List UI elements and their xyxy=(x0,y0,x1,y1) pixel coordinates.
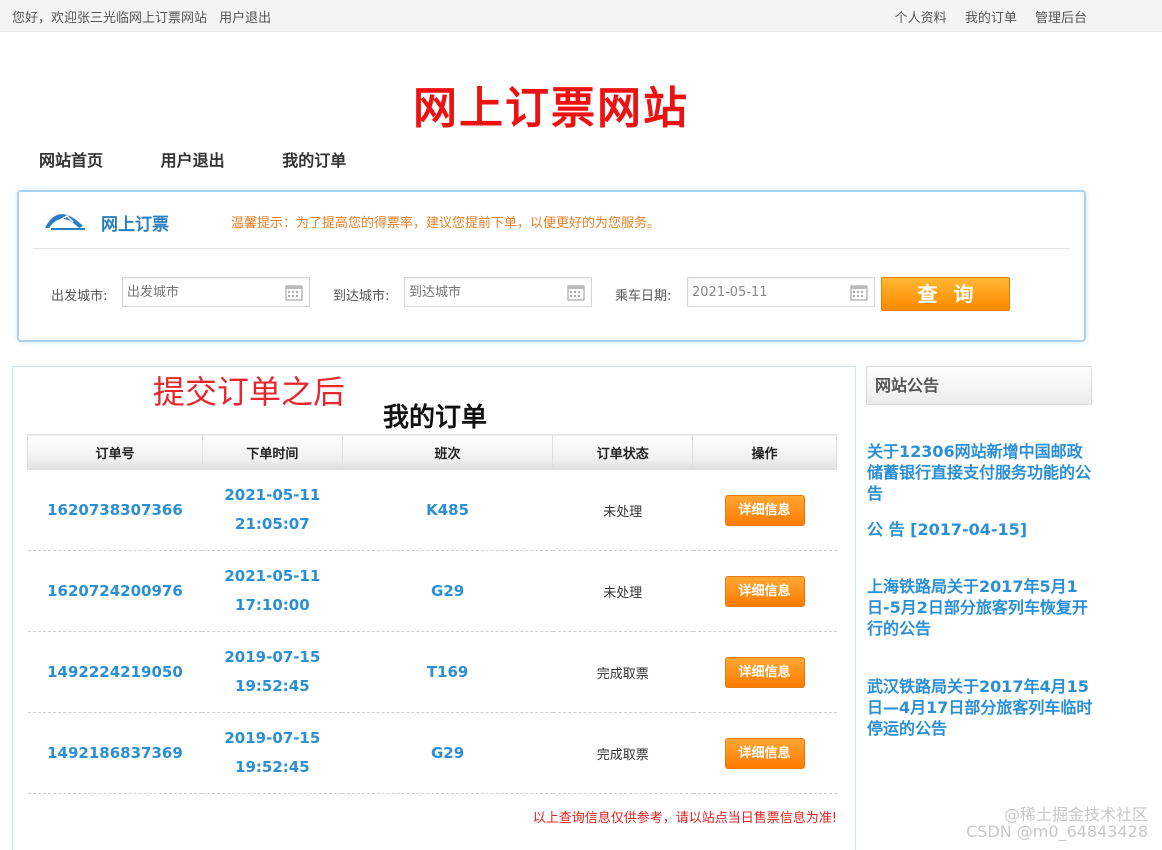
order-id: 1620724200976 xyxy=(27,550,203,632)
notice-link[interactable]: 关于12306网站新增中国邮政储蓄银行直接支付服务功能的公告 xyxy=(867,441,1095,504)
order-status: 未处理 xyxy=(552,550,693,632)
col-status: 订单状态 xyxy=(552,434,694,470)
train-number: T169 xyxy=(342,631,553,713)
travel-date-label: 乘车日期: xyxy=(615,289,672,304)
notice-link[interactable]: 上海铁路局关于2017年5月1日-5月2日部分旅客列车恢复开行的公告 xyxy=(867,576,1095,639)
orders-table: 订单号 下单时间 班次 订单状态 操作 1620738307366 2021-0… xyxy=(27,434,837,794)
order-time: 2021-05-11 21:05:07 xyxy=(202,469,343,551)
topbar-logout-link[interactable]: 用户退出 xyxy=(219,11,271,26)
order-id: 1492186837369 xyxy=(27,712,203,794)
order-status: 未处理 xyxy=(552,469,693,551)
nav-home[interactable]: 网站首页 xyxy=(39,147,103,171)
watermark: @稀土掘金技术社区 CSDN @m0_64843428 xyxy=(966,806,1148,840)
from-city-field xyxy=(122,277,310,307)
table-row: 1492224219050 2019-07-15 19:52:45 T169 完成… xyxy=(27,631,837,713)
col-order-id: 订单号 xyxy=(27,434,203,470)
table-header-row: 订单号 下单时间 班次 订单状态 操作 xyxy=(27,434,837,470)
order-id: 1620738307366 xyxy=(27,469,203,551)
orders-heading: 我的订单 xyxy=(382,403,487,433)
order-date: 2019-07-15 xyxy=(224,648,321,666)
order-date: 2021-05-11 xyxy=(224,567,321,585)
notice-link[interactable]: 武汉铁路局关于2017年4月15日—4月17日部分旅客列车临时停运的公告 xyxy=(867,676,1095,739)
greeting-area: 您好，欢迎张三光临网上订票网站 用户退出 xyxy=(12,7,271,26)
train-logo-icon xyxy=(43,206,87,236)
admin-link[interactable]: 管理后台 xyxy=(1035,11,1087,26)
search-divider xyxy=(33,248,1070,249)
nav-my-orders[interactable]: 我的订单 xyxy=(282,147,346,171)
train-number: G29 xyxy=(342,712,553,794)
from-city-label: 出发城市: xyxy=(51,289,108,304)
order-time: 2021-05-11 17:10:00 xyxy=(202,550,343,632)
travel-date-input[interactable] xyxy=(688,278,874,306)
disclaimer-text: 以上查询信息仅供参考，请以站点当日售票信息为准! xyxy=(532,811,837,826)
to-city-input[interactable] xyxy=(405,278,591,306)
order-clock: 19:52:45 xyxy=(235,677,310,695)
my-orders-link[interactable]: 我的订单 xyxy=(965,11,1017,26)
order-date: 2021-05-11 xyxy=(224,486,321,504)
order-status: 完成取票 xyxy=(552,712,693,794)
order-clock: 21:05:07 xyxy=(235,515,310,533)
search-panel-title: 网上订票 xyxy=(101,215,169,235)
order-clock: 19:52:45 xyxy=(235,758,310,776)
to-city-label: 到达城市: xyxy=(333,289,390,304)
travel-date-field xyxy=(687,277,875,307)
order-clock: 17:10:00 xyxy=(235,596,310,614)
order-action-cell: 详细信息 xyxy=(692,712,837,794)
nav-logout[interactable]: 用户退出 xyxy=(161,147,225,171)
calendar-icon[interactable] xyxy=(567,284,585,305)
order-action-cell: 详细信息 xyxy=(692,550,837,632)
search-tip: 温馨提示：为了提高您的得票率，建议您提前下单，以便更好的为您服务。 xyxy=(231,216,661,231)
main-nav: 网站首页 用户退出 我的订单 xyxy=(39,147,398,171)
train-number: K485 xyxy=(342,469,553,551)
detail-button[interactable]: 详细信息 xyxy=(724,494,805,526)
notice-link[interactable]: 公 告 [2017-04-15] xyxy=(867,519,1095,540)
calendar-icon[interactable] xyxy=(285,284,303,305)
col-action: 操作 xyxy=(692,434,837,470)
ticket-search-panel: 网上订票 温馨提示：为了提高您的得票率，建议您提前下单，以便更好的为您服务。 出… xyxy=(17,190,1086,342)
order-status: 完成取票 xyxy=(552,631,693,713)
orders-panel: 提交订单之后 我的订单 订单号 下单时间 班次 订单状态 操作 16207383… xyxy=(12,366,856,850)
calendar-icon[interactable] xyxy=(850,284,868,305)
table-row: 1620738307366 2021-05-11 21:05:07 K485 未处… xyxy=(27,469,837,551)
col-train: 班次 xyxy=(341,434,554,470)
profile-link[interactable]: 个人资料 xyxy=(895,11,947,26)
col-order-time: 下单时间 xyxy=(201,434,343,470)
query-button[interactable]: 查询 xyxy=(881,277,1010,311)
to-city-field xyxy=(404,277,592,307)
topbar-links: 个人资料 我的订单 管理后台 xyxy=(881,7,1087,26)
watermark-line-1: @稀土掘金技术社区 xyxy=(1003,805,1148,824)
train-number: G29 xyxy=(342,550,553,632)
from-city-input[interactable] xyxy=(123,278,309,306)
table-row: 1620724200976 2021-05-11 17:10:00 G29 未处理… xyxy=(27,550,837,632)
order-time: 2019-07-15 19:52:45 xyxy=(202,631,343,713)
order-action-cell: 详细信息 xyxy=(692,631,837,713)
table-row: 1492186837369 2019-07-15 19:52:45 G29 完成取… xyxy=(27,712,837,794)
detail-button[interactable]: 详细信息 xyxy=(724,575,805,607)
order-date: 2019-07-15 xyxy=(224,729,321,747)
top-bar: 您好，欢迎张三光临网上订票网站 用户退出 个人资料 我的订单 管理后台 xyxy=(0,0,1162,32)
order-id: 1492224219050 xyxy=(27,631,203,713)
greeting-text: 您好，欢迎张三光临网上订票网站 xyxy=(12,11,208,26)
order-time: 2019-07-15 19:52:45 xyxy=(202,712,343,794)
detail-button[interactable]: 详细信息 xyxy=(724,737,805,769)
order-action-cell: 详细信息 xyxy=(692,469,837,551)
site-title: 网上订票网站 xyxy=(413,83,689,134)
detail-button[interactable]: 详细信息 xyxy=(724,656,805,688)
notice-panel-title: 网站公告 xyxy=(866,366,1092,405)
watermark-line-2: CSDN @m0_64843428 xyxy=(966,822,1148,841)
